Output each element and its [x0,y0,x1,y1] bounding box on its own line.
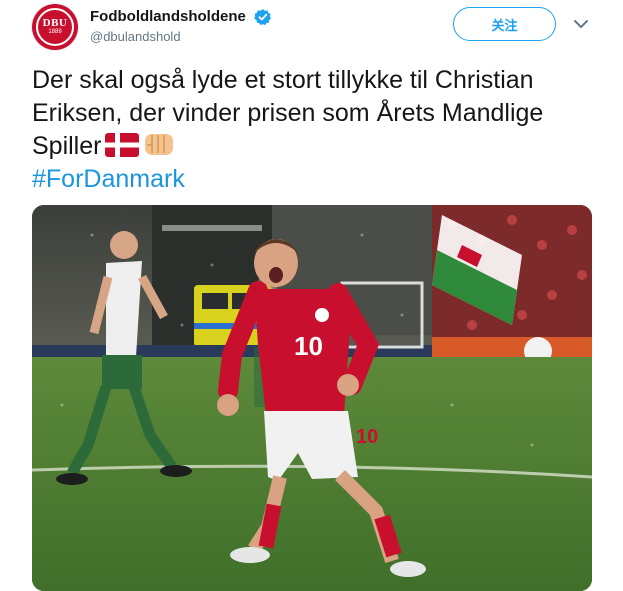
fist-icon [145,134,174,155]
tweet-text-line: Spiller [32,130,602,163]
tweet-photo[interactable]: 10 10 [32,205,592,591]
avatar-year: 1889 [48,29,62,35]
tweet-text-line: Eriksen, der vinder prisen som Årets Man… [32,99,544,127]
tweet-text: Der skal også lyde et stort tillykke til… [32,64,602,196]
handle[interactable]: @dbulandshold [90,27,272,47]
celebration-photo: 10 10 [32,205,592,591]
dbu-logo-icon: DBU 1889 [36,8,74,46]
shorts-number: 10 [356,426,378,448]
tweet-text-segment: Spiller [32,132,102,160]
avatar[interactable]: DBU 1889 [32,4,78,50]
display-name[interactable]: Fodboldlandsholdene [90,7,246,27]
verified-badge-icon [254,9,272,26]
tweet-header: DBU 1889 Fodboldlandsholdene @dbulandsho… [32,4,602,52]
avatar-text: DBU [42,17,68,29]
account-info: Fodboldlandsholdene @dbulandshold [90,7,272,47]
tweet-text-line: Der skal også lyde et stort tillykke til… [32,66,534,94]
hashtag-link[interactable]: #ForDanmark [32,163,602,196]
chevron-down-icon[interactable] [573,18,589,30]
follow-button[interactable]: 关注 [453,7,556,41]
flag-denmark-icon [105,133,140,157]
jersey-number: 10 [294,331,323,361]
